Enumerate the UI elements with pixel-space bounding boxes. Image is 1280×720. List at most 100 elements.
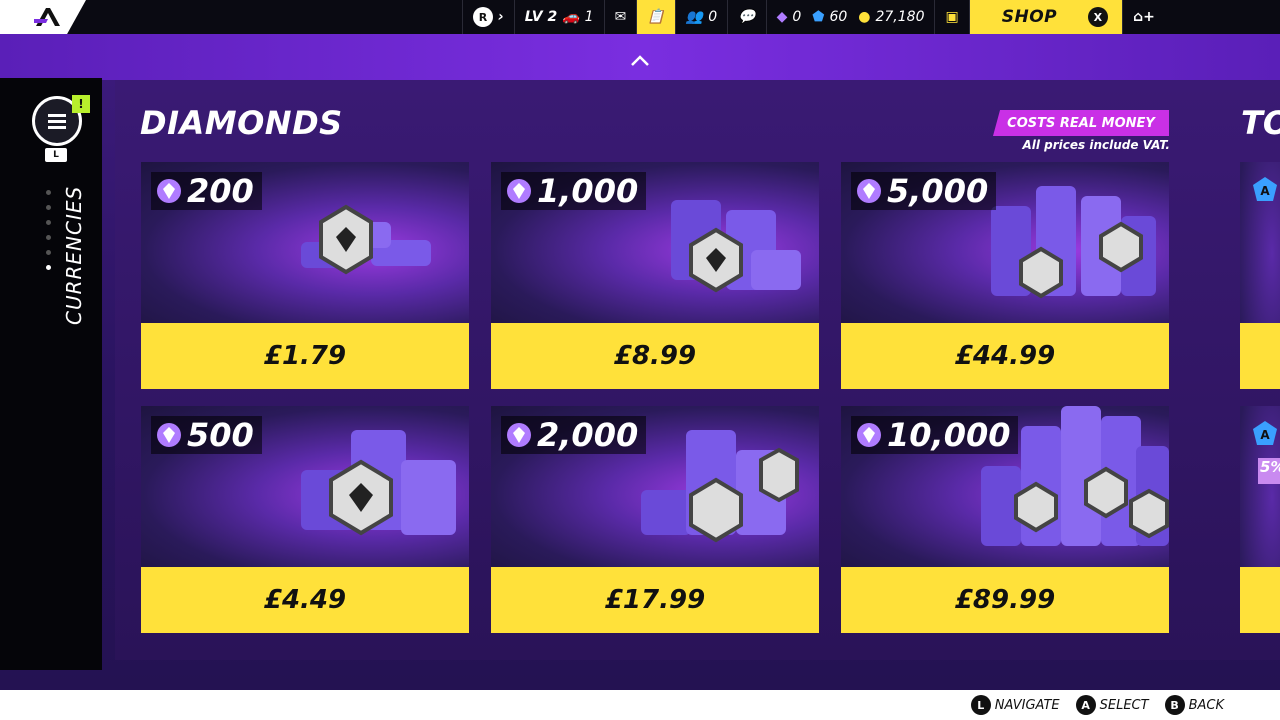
page-dots (46, 190, 51, 280)
header-band (0, 34, 1280, 80)
amount-value: 1,000 (537, 172, 639, 210)
price-button[interactable]: £17.99 (491, 567, 819, 633)
page-dot[interactable] (46, 265, 51, 270)
cars-count: 1 (584, 9, 594, 25)
amount-value: 200 (187, 172, 254, 210)
chat-button[interactable]: 💬 (727, 0, 765, 34)
challenges-button[interactable]: 📋 (636, 0, 675, 34)
price-button[interactable]: £44.99 (841, 323, 1169, 389)
diamonds-count: 0 (792, 9, 802, 25)
token-icon: A (1253, 177, 1277, 201)
section-nav-label: CURRENCIES (62, 185, 86, 325)
navigate-label: NAVIGATE (994, 697, 1060, 713)
diamond-stack-icon (301, 430, 456, 536)
friends-count: 0 (708, 9, 718, 25)
clipboard-icon: 📋 (647, 9, 665, 25)
price-button[interactable] (1240, 323, 1280, 389)
diamond-icon (157, 179, 181, 203)
diamond-icon (857, 423, 881, 447)
token-icon: ⬟ (812, 9, 825, 25)
game-logo (0, 0, 86, 34)
coin-icon: ● (858, 9, 871, 25)
shop-label: SHOP (1001, 7, 1058, 27)
product-amount: 5,000 (851, 172, 997, 210)
sidebar (0, 78, 102, 670)
diamond-icon: ◆ (776, 9, 788, 25)
level-label: LV 2 (524, 9, 558, 25)
next-section-card[interactable]: A 5% (1240, 406, 1280, 633)
page-dot[interactable] (46, 220, 51, 225)
next-section-title: TO (1241, 104, 1280, 142)
price-button[interactable]: £8.99 (491, 323, 819, 389)
wallet-icon: ▣ (945, 9, 959, 25)
product-card[interactable]: 200 £1.79 (141, 162, 469, 389)
product-amount: 500 (151, 416, 262, 454)
page-dot[interactable] (46, 205, 51, 210)
bottom-hint-bar: L NAVIGATE A SELECT B BACK (0, 690, 1280, 720)
back-label: BACK (1188, 697, 1224, 713)
svg-text:A: A (1260, 184, 1270, 198)
discount-badge: 5% (1258, 458, 1280, 484)
amount-value: 10,000 (887, 416, 1011, 454)
diamond-icon (507, 179, 531, 203)
hamburger-icon (48, 111, 66, 132)
navigate-hint: L NAVIGATE (970, 695, 1060, 715)
token-icon: A (1253, 421, 1277, 445)
diamond-stack-icon (301, 204, 431, 275)
product-amount: 1,000 (501, 172, 647, 210)
next-section-card[interactable]: A (1240, 162, 1280, 389)
home-button[interactable]: ⌂+ (1122, 0, 1165, 34)
page-dot[interactable] (46, 250, 51, 255)
friends-icon: 👥 (685, 9, 704, 25)
product-card[interactable]: 10,000 £89.99 (841, 406, 1169, 633)
amount-value: 5,000 (887, 172, 989, 210)
wallet-button[interactable]: ▣ (934, 0, 968, 34)
chevron-right-icon: › (498, 9, 504, 25)
select-label: SELECT (1099, 697, 1149, 713)
select-hint[interactable]: A SELECT (1075, 695, 1149, 715)
page-dot[interactable] (46, 235, 51, 240)
level-indicator[interactable]: LV 2 🚗 1 (513, 0, 604, 34)
alert-badge: ! (72, 95, 90, 113)
product-amount: 200 (151, 172, 262, 210)
back-hint[interactable]: B BACK (1164, 695, 1224, 715)
tokens-count: 60 (829, 9, 848, 25)
amount-value: 2,000 (537, 416, 639, 454)
product-amount: 10,000 (851, 416, 1019, 454)
price-button[interactable] (1240, 567, 1280, 633)
friends-button[interactable]: 👥 0 (674, 0, 727, 34)
diamond-icon (507, 423, 531, 447)
price-button[interactable]: £89.99 (841, 567, 1169, 633)
x-key-icon: X (1088, 7, 1109, 27)
product-amount: 2,000 (501, 416, 647, 454)
top-bar: R › LV 2 🚗 1 ✉ 📋 👥 0 💬 ◆ 0 ⬟ 60 ● 27,180… (0, 0, 1280, 34)
rank-icon: R (473, 7, 493, 27)
left-stick-icon: L (970, 695, 991, 715)
mail-button[interactable]: ✉ (603, 0, 637, 34)
currency-display[interactable]: ◆ 0 ⬟ 60 ● 27,180 (765, 0, 935, 34)
product-card[interactable]: 2,000 £17.99 (491, 406, 819, 633)
amount-value: 500 (187, 416, 254, 454)
coins-count: 27,180 (875, 9, 925, 25)
price-button[interactable]: £4.49 (141, 567, 469, 633)
profile-button[interactable]: R › (462, 0, 514, 34)
b-button-icon: B (1164, 695, 1185, 715)
car-icon: 🚗 (562, 9, 580, 25)
mail-icon: ✉ (614, 9, 627, 25)
vat-note: All prices include VAT. (1022, 138, 1170, 152)
home-icon: ⌂+ (1133, 9, 1155, 25)
product-card[interactable]: 5,000 £44.99 (841, 162, 1169, 389)
page-dot[interactable] (46, 190, 51, 195)
chevron-up-icon[interactable] (630, 54, 650, 66)
costs-real-money-tag: COSTS REAL MONEY (993, 110, 1169, 136)
product-card[interactable]: 500 £4.49 (141, 406, 469, 633)
price-button[interactable]: £1.79 (141, 323, 469, 389)
diamond-stack-icon (671, 200, 801, 293)
a-button-icon: A (1075, 695, 1096, 715)
diamond-icon (157, 423, 181, 447)
diamond-stack-icon (641, 430, 799, 543)
product-card[interactable]: 1,000 £8.99 (491, 162, 819, 389)
l-key-icon: L (45, 148, 67, 162)
diamond-icon (857, 179, 881, 203)
shop-tab[interactable]: SHOP X (968, 0, 1123, 34)
